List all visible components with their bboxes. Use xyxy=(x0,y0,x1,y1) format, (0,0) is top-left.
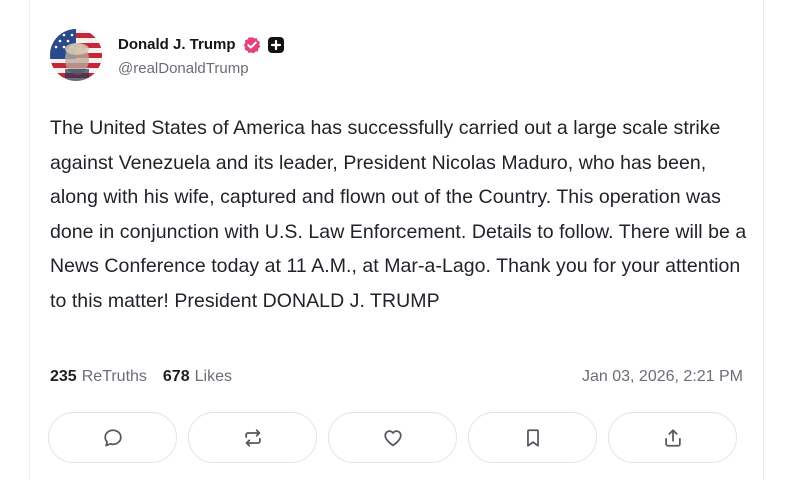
plus-icon xyxy=(267,36,285,54)
comment-icon xyxy=(103,428,122,446)
post-timestamp[interactable]: Jan 03, 2026, 2:21 PM xyxy=(582,368,743,386)
author-info: Donald J. Trump @realDonaldTrump xyxy=(118,34,285,77)
post-text: The United States of America has success… xyxy=(50,117,747,312)
retruths-count: 235 xyxy=(50,368,77,385)
likes-stat[interactable]: 678 Likes xyxy=(163,368,232,386)
repost-icon xyxy=(244,428,261,447)
like-button[interactable] xyxy=(328,412,457,463)
post-card: Donald J. Trump @realDonaldTrump The Uni… xyxy=(29,0,764,480)
author-display-name[interactable]: Donald J. Trump xyxy=(118,36,236,53)
bookmark-icon xyxy=(526,428,539,447)
share-button[interactable] xyxy=(608,412,737,463)
avatar-image xyxy=(50,29,102,81)
retruth-button[interactable] xyxy=(188,412,317,463)
avatar[interactable] xyxy=(50,29,102,81)
retruths-label: ReTruths xyxy=(81,368,147,385)
heart-icon xyxy=(383,429,402,446)
name-row: Donald J. Trump xyxy=(118,34,285,56)
retruths-stat[interactable]: 235 ReTruths xyxy=(50,368,147,386)
action-bar xyxy=(48,412,737,463)
share-icon xyxy=(664,428,681,447)
reply-button[interactable] xyxy=(48,412,177,463)
post-header: Donald J. Trump @realDonaldTrump xyxy=(50,28,285,82)
likes-label: Likes xyxy=(194,368,232,385)
author-handle[interactable]: @realDonaldTrump xyxy=(118,60,285,77)
post-stats: 235 ReTruths 678 Likes xyxy=(50,368,232,386)
likes-count: 678 xyxy=(162,368,190,385)
bookmark-button[interactable] xyxy=(468,412,597,463)
verified-icon xyxy=(243,36,261,54)
